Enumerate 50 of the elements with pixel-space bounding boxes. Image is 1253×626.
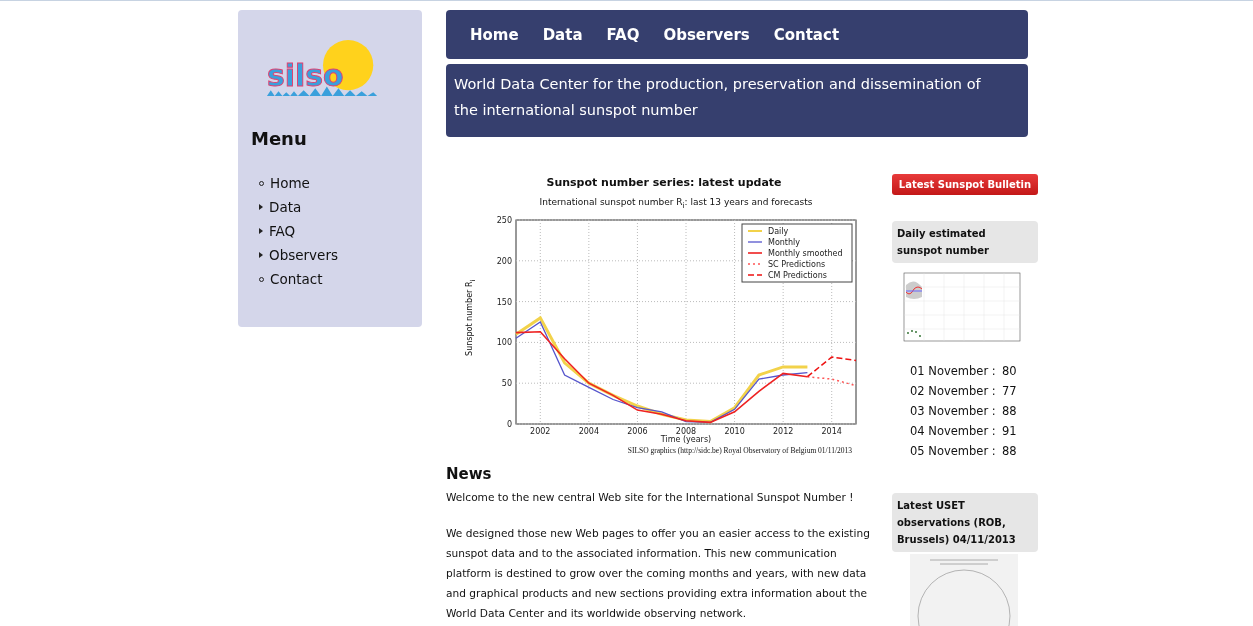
legend-label: Daily <box>768 226 789 236</box>
menu-link[interactable]: Home <box>270 175 310 191</box>
y-tick-label: 100 <box>496 338 512 348</box>
x-tick-label: 2014 <box>821 426 842 436</box>
news-heading: News <box>446 464 493 483</box>
news-paragraph: We designed those new Web pages to offer you an easier access to the existing sunspot data and to the associated information. This new communication platform is destined to grow over the coming months and years, with new data and graphical products and new sections providing extra information about the World Data Center and its worldwide observing network. <box>446 525 871 621</box>
menu-link[interactable]: Data <box>269 199 302 215</box>
nav-link[interactable]: Contact <box>763 21 850 48</box>
menu-link[interactable]: Contact <box>270 271 323 287</box>
x-tick-label: 2002 <box>530 426 551 436</box>
banner-text: World Data Center for the production, preservation and dissemination of the international sunspot number <box>446 64 1028 137</box>
x-tick-label: 2006 <box>627 426 648 436</box>
date-label: 05 November : <box>910 444 997 458</box>
menu-link[interactable]: Observers <box>269 247 338 263</box>
legend-label: Monthly smoothed <box>768 248 843 258</box>
x-tick-label: 2010 <box>724 426 745 436</box>
sunspot-value: 88 <box>1002 404 1017 418</box>
y-tick-label: 0 <box>506 419 512 429</box>
y-tick-label: 200 <box>496 256 512 266</box>
x-tick-label: 2004 <box>578 426 600 436</box>
chart-heading: Sunspot number series: latest update <box>545 176 783 189</box>
date-label: 03 November : <box>910 404 997 418</box>
nav-link[interactable]: Data <box>532 21 593 48</box>
y-tick-label: 50 <box>501 379 512 388</box>
sunspot-value: 88 <box>1002 444 1017 458</box>
nav-link[interactable]: Observers <box>653 21 760 48</box>
x-tick-label: 2008 <box>675 426 697 436</box>
sunspot-value: 77 <box>1002 384 1017 398</box>
box-heading: Daily estimated sunspot number <box>892 221 1038 263</box>
nav-link[interactable]: Home <box>460 21 529 48</box>
legend-swatch <box>747 229 763 232</box>
x-tick-label: 2012 <box>772 426 794 436</box>
menu-heading: Menu <box>251 128 308 149</box>
y-tick-label: 250 <box>496 215 512 225</box>
legend-label: Monthly <box>768 237 801 247</box>
x-axis-label: Time (years) <box>660 434 712 444</box>
nav-link[interactable]: FAQ <box>596 21 650 48</box>
sunspot-value: 91 <box>1002 424 1017 438</box>
date-label: 01 November : <box>910 364 997 378</box>
legend-label: SC Predictions <box>768 259 826 269</box>
y-tick-label: 150 <box>496 297 512 307</box>
box-heading: Latest USET observations (ROB, Brussels) 04/11/2013 <box>892 493 1038 552</box>
menu-link[interactable]: FAQ <box>269 223 296 239</box>
sunspot-value: 80 <box>1002 364 1017 378</box>
news-paragraph: Welcome to the new central Web site for the International Sunspot Number ! <box>446 489 855 505</box>
chart-title: International sunspot number R$_{i}$: last 13 years and forecasts <box>538 197 814 210</box>
date-label: 04 November : <box>910 424 997 438</box>
date-label: 02 November : <box>910 384 997 398</box>
legend-label: CM Predictions <box>768 270 827 280</box>
bulletin-button[interactable]: Latest Sunspot Bulletin <box>892 174 1038 195</box>
